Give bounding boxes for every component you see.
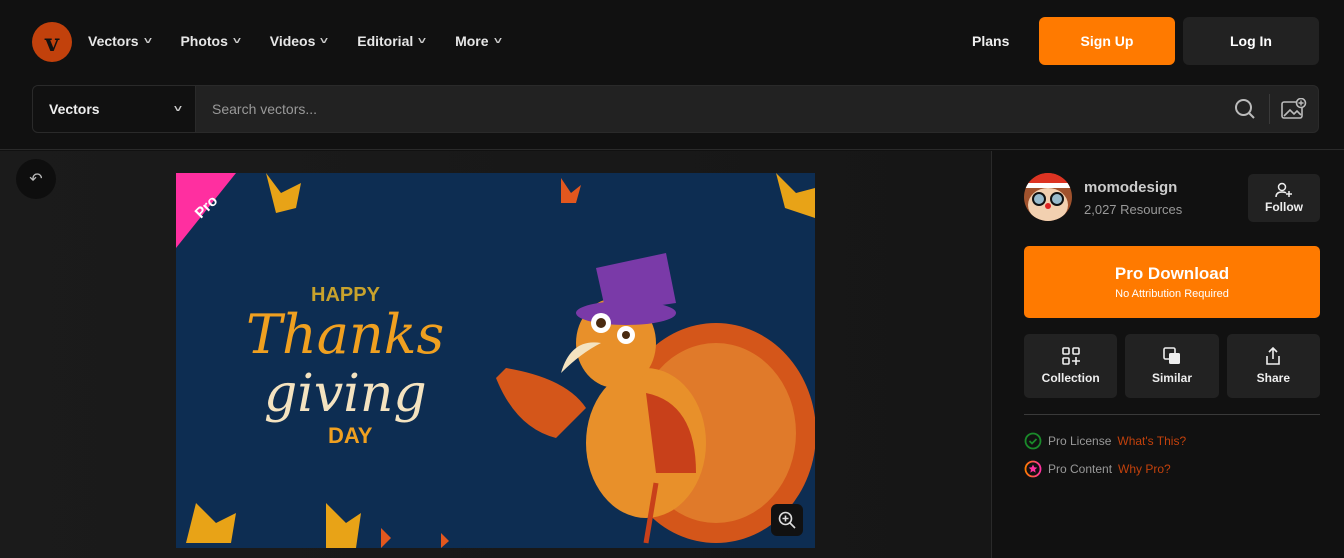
search-icon[interactable] xyxy=(1221,86,1269,132)
nav-more[interactable]: More ˅ xyxy=(455,33,502,49)
sign-up-button[interactable]: Sign Up xyxy=(1039,17,1175,65)
details-sidebar: momodesign 2,027 Resources Follow Pro Do… xyxy=(991,151,1344,558)
why-pro-link[interactable]: Why Pro? xyxy=(1118,462,1171,476)
chevron-down-icon: ˅ xyxy=(143,35,152,47)
nav-editorial[interactable]: Editorial ˅ xyxy=(357,33,427,49)
nav-videos[interactable]: Videos ˅ xyxy=(270,33,329,49)
main-nav: Vectors ˅ Photos ˅ Videos ˅ Editorial ˅ More… xyxy=(88,33,530,49)
thanksgiving-illustration: Pro HAPPY Thanks giving DAY xyxy=(176,173,815,548)
undo-icon: ↶ xyxy=(29,171,43,188)
similar-button[interactable]: Similar xyxy=(1125,334,1219,398)
logo[interactable]: v xyxy=(32,22,72,62)
chevron-down-icon: ˅ xyxy=(418,35,427,47)
author-name[interactable]: momodesign xyxy=(1084,179,1177,196)
share-button[interactable]: Share xyxy=(1226,334,1320,398)
pro-star-icon xyxy=(1024,460,1042,478)
svg-text:giving: giving xyxy=(264,364,427,424)
header: v Vectors ˅ Photos ˅ Videos ˅ Editorial ˅ Mo… xyxy=(0,0,1344,150)
divider xyxy=(1024,414,1320,415)
user-plus-icon xyxy=(1275,182,1292,198)
preview-image[interactable]: Pro HAPPY Thanks giving DAY xyxy=(176,173,815,548)
svg-text:Thanks: Thanks xyxy=(246,303,444,366)
share-icon xyxy=(1266,347,1281,365)
nav-vectors[interactable]: Vectors ˅ xyxy=(88,33,152,49)
collection-button[interactable]: Collection xyxy=(1024,334,1118,398)
image-search-icon[interactable] xyxy=(1270,86,1318,132)
pro-content-row: Pro Content Why Pro? xyxy=(1024,460,1171,478)
log-in-button[interactable]: Log In xyxy=(1183,17,1319,65)
collection-add-icon xyxy=(1061,347,1080,365)
check-circle-icon xyxy=(1024,432,1042,450)
action-buttons: Collection Similar Share xyxy=(1024,334,1320,398)
chevron-down-icon: ˅ xyxy=(320,35,329,47)
chevron-down-icon: ˅ xyxy=(232,35,241,47)
back-button[interactable]: ↶ xyxy=(16,159,56,199)
chevron-down-icon: ˅ xyxy=(493,35,502,47)
zoom-in-icon xyxy=(778,511,796,529)
similar-icon xyxy=(1163,347,1180,364)
preview-area: ↶ Pro HAPPY Thanks giving DAY xyxy=(0,151,991,558)
plans-link[interactable]: Plans xyxy=(972,33,1009,49)
search-bar: Vectors ˅ xyxy=(32,85,1319,133)
zoom-button[interactable] xyxy=(771,504,803,536)
nav-photos[interactable]: Photos ˅ xyxy=(180,33,241,49)
svg-text:DAY: DAY xyxy=(328,423,373,448)
search-input[interactable] xyxy=(196,86,1221,132)
author-avatar[interactable] xyxy=(1024,173,1072,221)
follow-button[interactable]: Follow xyxy=(1248,174,1320,222)
search-category-select[interactable]: Vectors ˅ xyxy=(33,86,196,132)
pro-download-button[interactable]: Pro Download No Attribution Required xyxy=(1024,246,1320,318)
pro-license-row: Pro License What's This? xyxy=(1024,432,1186,450)
whats-this-link[interactable]: What's This? xyxy=(1117,434,1186,448)
author-resources: 2,027 Resources xyxy=(1084,202,1183,217)
chevron-down-icon: ˅ xyxy=(173,103,183,115)
